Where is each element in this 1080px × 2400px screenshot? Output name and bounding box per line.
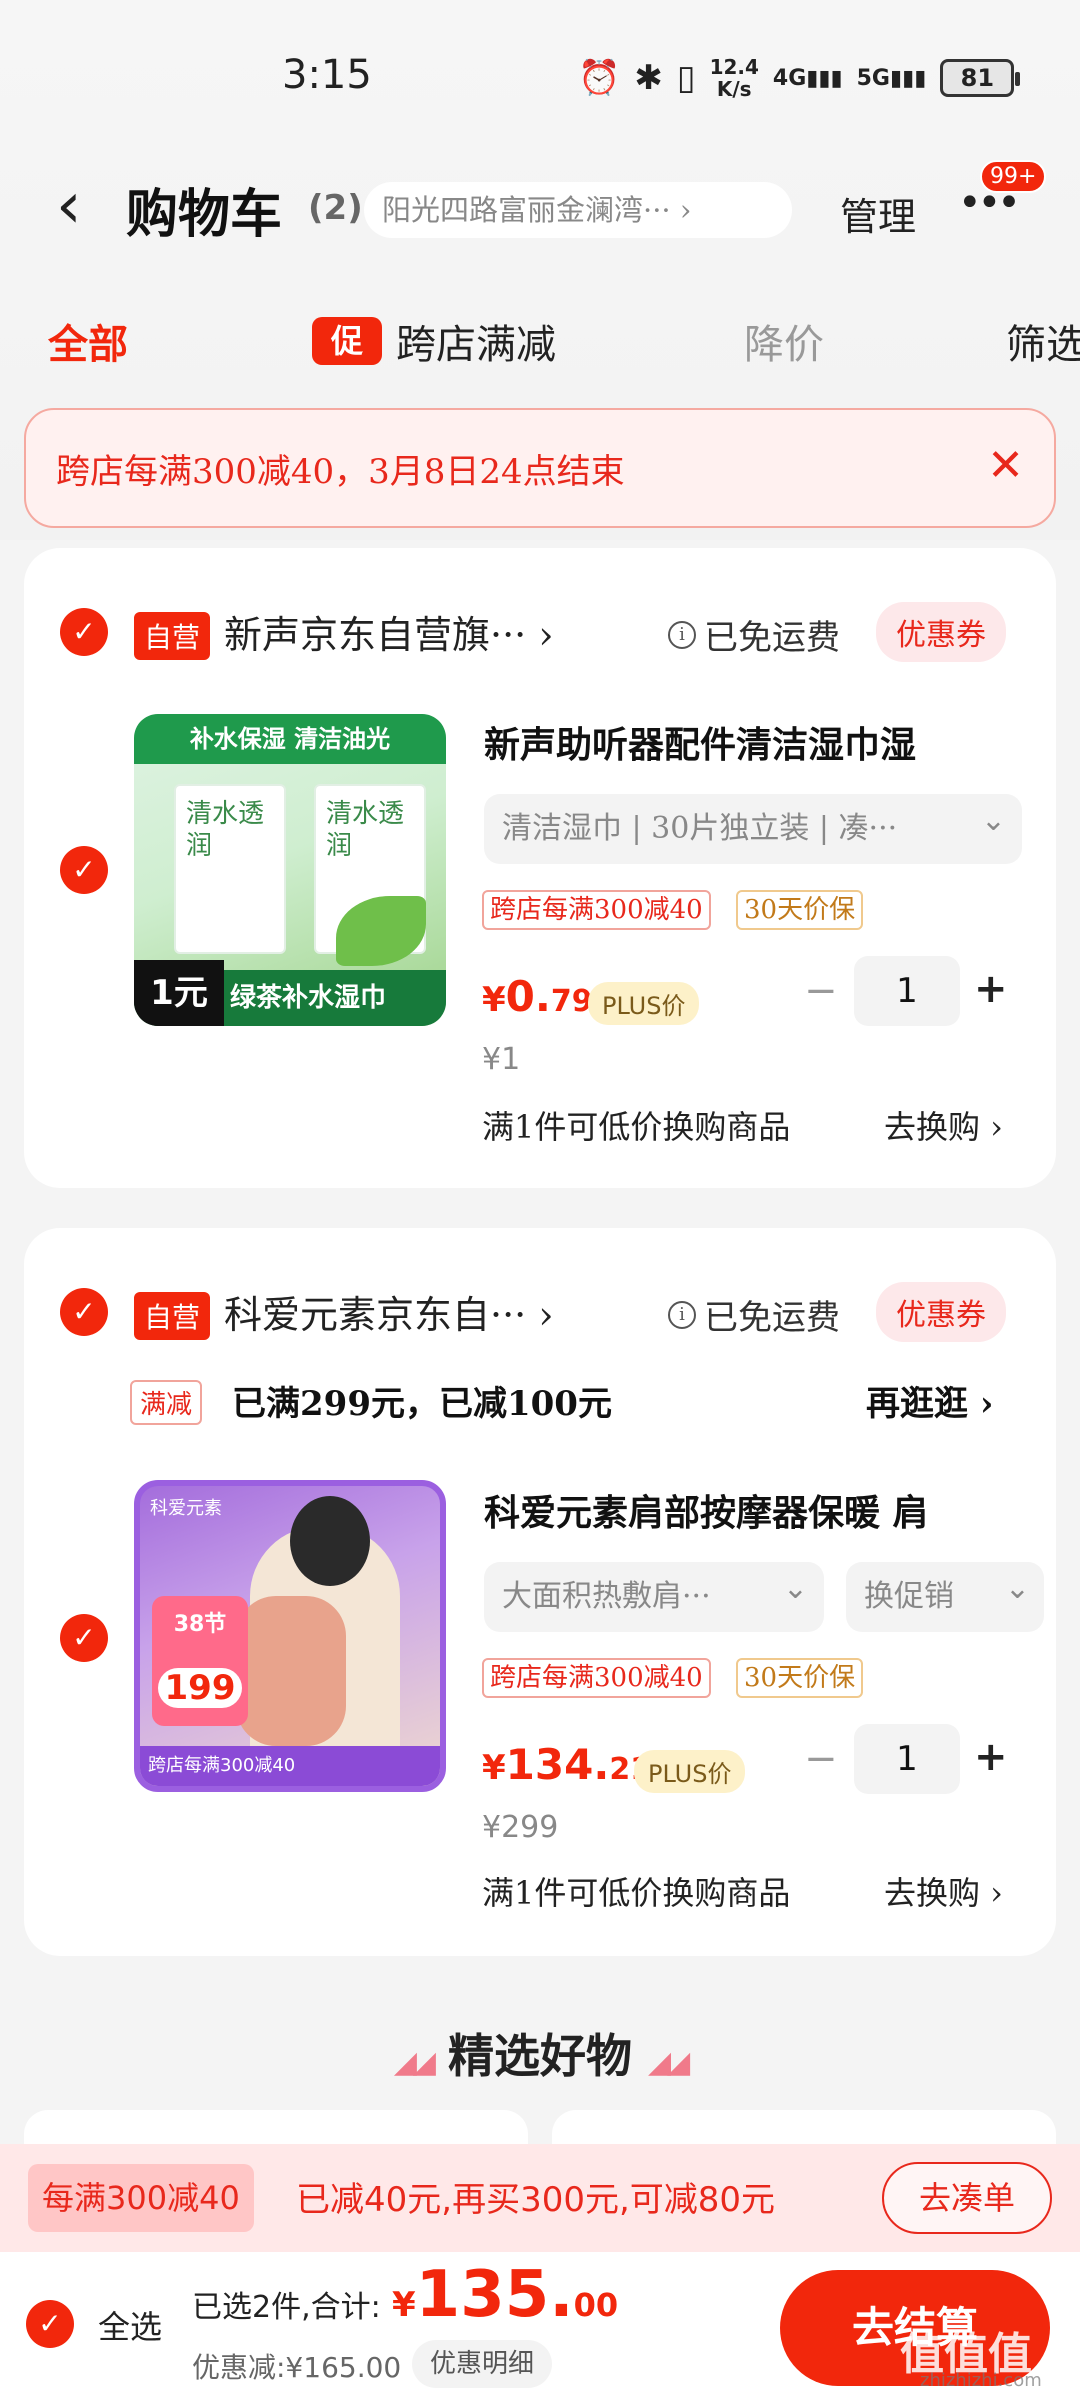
thumb-price: 1元 xyxy=(134,960,224,1026)
message-badge: 99+ xyxy=(980,160,1047,193)
thumb-bottom-text: 跨店每满300减40 xyxy=(140,1746,440,1786)
promo-banner: 跨店每满300减40，3月8日24点结束 ✕ xyxy=(24,408,1056,528)
close-icon[interactable]: ✕ xyxy=(987,440,1024,491)
vibrate-icon: ▯ xyxy=(676,58,696,98)
original-price: ¥1 xyxy=(482,1042,521,1077)
coupon-button[interactable]: 优惠券 xyxy=(876,1282,1006,1342)
store-name[interactable]: 新声京东自营旗··· › xyxy=(224,604,554,659)
selected-summary: 已选2件,合计: xyxy=(192,2290,381,2325)
store-card: ✓ 自营 新声京东自营旗··· › i 已免运费 优惠券 ✓ 补水保湿 清洁油光… xyxy=(24,548,1056,1188)
store-name[interactable]: 科爱元素京东自··· › xyxy=(224,1284,554,1339)
back-icon[interactable]: ‹ xyxy=(56,174,82,238)
promo-banner-text: 跨店每满300减40，3月8日24点结束 xyxy=(56,452,625,492)
increase-button[interactable]: + xyxy=(974,966,1008,1012)
quantity-input[interactable]: 1 xyxy=(854,1724,960,1794)
free-shipping: i 已免运费 xyxy=(668,610,840,659)
product-title[interactable]: 新声助听器配件清洁湿巾湿 xyxy=(484,716,1032,768)
quantity-input[interactable]: 1 xyxy=(854,956,960,1026)
thumb-box: 清水透润 xyxy=(174,784,286,954)
thumb-head xyxy=(290,1496,370,1586)
item-checkbox[interactable]: ✓ xyxy=(60,1614,108,1662)
recommend-title: ◢◢ 精选好物 ◢◢ xyxy=(393,2029,690,2083)
increase-button[interactable]: + xyxy=(974,1734,1008,1780)
price-protect-tag: 30天价保 xyxy=(736,1658,864,1698)
free-shipping: i 已免运费 xyxy=(668,1290,840,1339)
price-protect-tag: 30天价保 xyxy=(736,890,864,930)
promo-strip: 每满300减40 已减40元,再买300元,可减80元 去凑单 xyxy=(0,2144,1080,2252)
swap-text: 满1件可低价换购商品 xyxy=(482,1108,791,1146)
promo-strip-text: 已减40元,再买300元,可减80元 xyxy=(296,2180,776,2220)
plus-price-badge: PLUS价 xyxy=(588,982,700,1025)
bluetooth-icon: ✱ xyxy=(634,58,663,98)
promo-icon: 促 xyxy=(312,317,382,365)
tab-all[interactable]: 全部 xyxy=(48,312,128,370)
plus-price-badge: PLUS价 xyxy=(634,1750,746,1793)
signal-5g-icon: 5G▮▮▮ xyxy=(856,65,927,91)
status-bar: 3:15 ⏰ ✱ ▯ 12.4 K/s 4G▮▮▮ 5G▮▮▮ 81 xyxy=(0,40,1080,120)
select-all-label[interactable]: 全选 xyxy=(98,2302,162,2348)
status-icons: ⏰ ✱ ▯ 12.4 K/s 4G▮▮▮ 5G▮▮▮ 81 xyxy=(578,55,1021,101)
store-card: ✓ 自营 科爱元素京东自··· › i 已免运费 优惠券 满减 已满299元，已… xyxy=(24,1228,1056,1956)
thumb-badge: 38节 199 xyxy=(152,1596,248,1726)
status-time: 3:15 xyxy=(282,52,372,98)
self-operated-badge: 自营 xyxy=(134,1292,211,1340)
browse-more-link[interactable]: 再逛逛 › xyxy=(866,1376,993,1425)
info-icon[interactable]: i xyxy=(668,620,696,649)
store-checkbox[interactable]: ✓ xyxy=(60,608,108,656)
spec-selector[interactable]: 大面积热敷肩··· xyxy=(484,1562,824,1632)
item-checkbox[interactable]: ✓ xyxy=(60,846,108,894)
full-reduction-text: 已满299元，已减100元 xyxy=(232,1384,612,1424)
product-title[interactable]: 科爱元素肩部按摩器保暖 肩 xyxy=(484,1484,1032,1536)
decrease-button[interactable]: − xyxy=(804,1736,838,1782)
alarm-icon: ⏰ xyxy=(578,58,621,98)
thumb-top-text: 补水保湿 清洁油光 xyxy=(134,714,446,764)
decrease-button[interactable]: − xyxy=(804,968,838,1014)
address-selector[interactable]: 阳光四路富丽金澜湾··· › xyxy=(364,182,792,238)
watermark-url: zhizhizhi.com xyxy=(920,2370,1042,2391)
tab-cross-store-label: 跨店满减 xyxy=(396,322,556,368)
filter-tabs: 全部 促 跨店满减 降价 筛选 xyxy=(0,306,1080,376)
product-price: ¥0.79 xyxy=(482,972,593,1021)
product-image[interactable]: 科爱元素 38节 199 跨店每满300减40 xyxy=(134,1480,446,1792)
tab-cross-store[interactable]: 促 跨店满减 xyxy=(312,312,556,370)
add-more-button[interactable]: 去凑单 xyxy=(882,2162,1052,2234)
full-reduction-tag: 满减 xyxy=(130,1380,203,1425)
promo-strip-tag: 每满300减40 xyxy=(28,2164,254,2232)
original-price: ¥299 xyxy=(482,1810,559,1845)
cross-store-tag: 跨店每满300减40 xyxy=(482,1658,711,1698)
tab-price-drop[interactable]: 降价 xyxy=(744,312,824,370)
store-checkbox[interactable]: ✓ xyxy=(60,1288,108,1336)
discount-amount: 优惠减:¥165.00 xyxy=(192,2351,402,2384)
decor-right-icon: ◢◢ xyxy=(648,2045,690,2080)
net-speed: 12.4 K/s xyxy=(709,55,759,101)
total-price: ¥135.00 xyxy=(392,2258,619,2332)
cart-count: (2) xyxy=(308,188,363,228)
swap-text: 满1件可低价换购商品 xyxy=(482,1874,791,1912)
self-operated-badge: 自营 xyxy=(134,612,211,660)
product-image[interactable]: 补水保湿 清洁油光 清水透润 清水透润 绿茶补水湿巾 1元 xyxy=(134,714,446,1026)
change-promo-selector[interactable]: 换促销 xyxy=(846,1554,1044,1632)
spec-selector[interactable]: 清洁湿巾 | 30片独立装 | 凑··· xyxy=(484,794,1022,864)
select-all-checkbox[interactable]: ✓ xyxy=(26,2300,74,2348)
battery-icon: 81 xyxy=(940,59,1021,97)
signal-4g-icon: 4G▮▮▮ xyxy=(772,65,843,91)
discount-detail-button[interactable]: 优惠明细 xyxy=(412,2340,553,2388)
tab-filter[interactable]: 筛选 xyxy=(1006,312,1080,370)
cross-store-tag: 跨店每满300减40 xyxy=(482,890,711,930)
swap-link[interactable]: 去换购 › xyxy=(884,1868,1003,1914)
manage-button[interactable]: 管理 xyxy=(840,186,916,241)
swap-link[interactable]: 去换购 › xyxy=(884,1102,1003,1148)
info-icon[interactable]: i xyxy=(668,1300,696,1329)
thumb-brand: 科爱元素 xyxy=(150,1498,222,1519)
decor-left-icon: ◢◢ xyxy=(393,2045,436,2080)
product-price: ¥134.21 xyxy=(482,1740,652,1789)
header: ‹ 购物车 (2) 阳光四路富丽金澜湾··· › 管理 ••• 99+ xyxy=(0,160,1080,260)
coupon-button[interactable]: 优惠券 xyxy=(876,602,1006,662)
thumb-massager xyxy=(236,1596,346,1746)
page-title: 购物车 xyxy=(126,185,283,245)
